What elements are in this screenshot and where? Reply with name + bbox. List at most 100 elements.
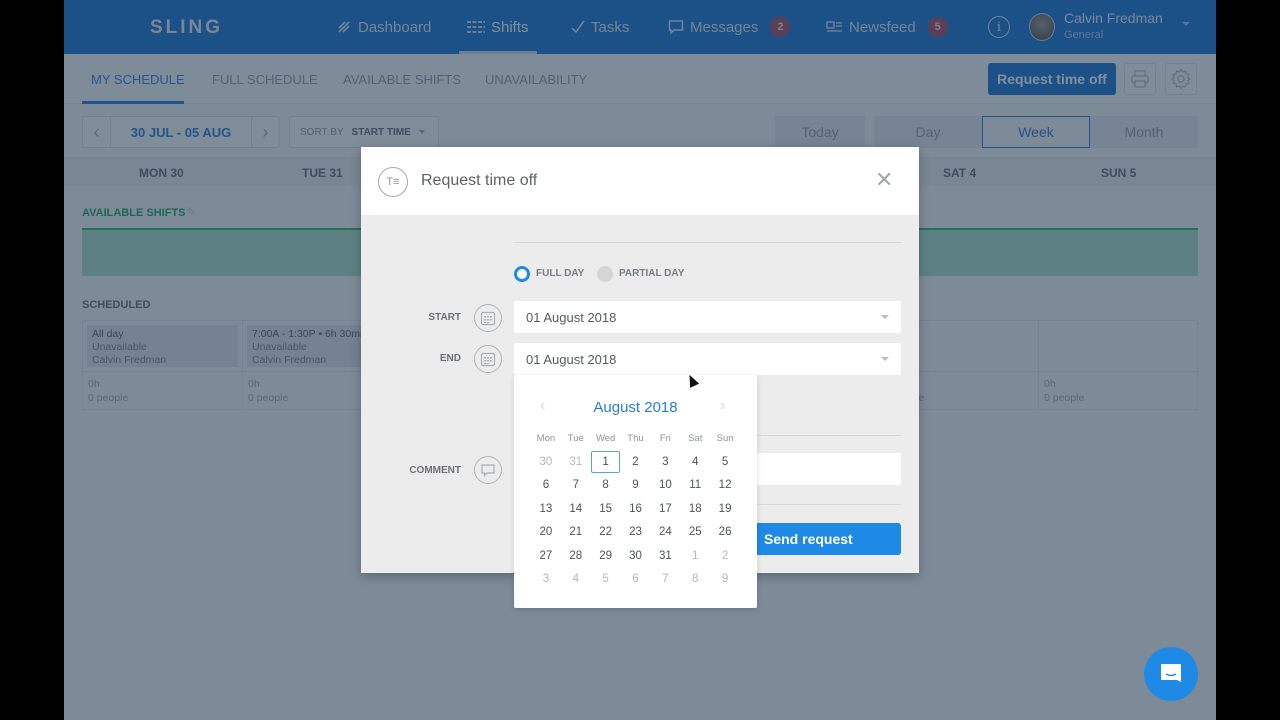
calendar-day-selected[interactable]: 1 (591, 451, 621, 474)
calendar-day[interactable]: 24 (650, 521, 680, 544)
partial-day-radio[interactable] (597, 266, 613, 282)
divider (514, 242, 901, 243)
end-date-input[interactable]: 01 August 2018 (514, 343, 901, 375)
calendar-day[interactable]: 8 (680, 568, 710, 591)
day-number: 20 (539, 526, 553, 539)
calendar-day[interactable]: 30 (621, 545, 651, 568)
day-number: 31 (569, 456, 583, 468)
day-number: 2 (632, 456, 639, 468)
day-number: 12 (718, 479, 732, 492)
calendar-day[interactable]: 29 (591, 545, 621, 568)
full-day-label[interactable]: FULL DAY (536, 268, 584, 279)
partial-day-label[interactable]: PARTIAL DAY (619, 268, 684, 279)
close-icon[interactable]: ✕ (875, 169, 893, 191)
comment-icon (474, 456, 502, 484)
calendar-day[interactable]: 4 (561, 568, 591, 591)
calendar-day[interactable]: 10 (650, 474, 680, 497)
day-number: 8 (602, 479, 609, 492)
send-request-button[interactable]: Send request (749, 523, 901, 555)
calendar-day[interactable]: 9 (621, 474, 651, 497)
day-number: 24 (658, 526, 672, 539)
comment-label: COMMENT (409, 465, 461, 476)
calendar-day[interactable]: 5 (710, 451, 740, 474)
calendar-day[interactable]: 23 (621, 521, 651, 544)
day-number: 13 (539, 502, 553, 515)
calendar-day[interactable]: 8 (591, 474, 621, 497)
weekday-header: Sat (688, 433, 703, 444)
calendar-day[interactable]: 28 (561, 545, 591, 568)
weekday-header: Tue (567, 433, 584, 444)
calendar-day[interactable]: 20 (531, 521, 561, 544)
day-number: 5 (721, 456, 729, 468)
day-number: 29 (599, 549, 613, 562)
calendar-day[interactable]: 2 (621, 451, 651, 474)
day-number: 3 (662, 456, 669, 468)
next-month-button[interactable]: › (720, 397, 725, 415)
calendar-icon (474, 345, 502, 373)
calendar-icon (474, 304, 502, 332)
calendar-day[interactable]: 5 (591, 568, 621, 591)
day-number: 11 (689, 479, 702, 492)
day-number: 10 (658, 479, 672, 492)
calendar-day[interactable]: 30 (531, 451, 561, 474)
weekday-header: Mon (536, 433, 556, 444)
day-number: 23 (629, 526, 642, 539)
support-chat-button[interactable] (1144, 647, 1198, 701)
calendar-day[interactable]: 17 (650, 498, 680, 521)
calendar-day[interactable]: 1 (680, 545, 710, 568)
day-number: 1 (591, 451, 621, 473)
calendar-day[interactable]: 31 (650, 545, 680, 568)
calendar-day[interactable]: 11 (680, 474, 710, 497)
day-number: 17 (658, 502, 672, 515)
calendar-day[interactable]: 7 (650, 568, 680, 591)
day-number: 18 (688, 502, 702, 515)
day-number: 30 (629, 549, 642, 562)
calendar-day[interactable]: 2 (710, 545, 740, 568)
calendar-day[interactable]: 6 (531, 474, 561, 497)
calendar-day[interactable]: 27 (531, 545, 561, 568)
calendar-day[interactable]: 19 (710, 498, 740, 521)
day-number: 2 (721, 549, 729, 562)
chat-icon (1161, 664, 1181, 682)
calendar-day[interactable]: 25 (680, 521, 710, 544)
calendar-day[interactable]: 16 (621, 498, 651, 521)
weekday-header: Fri (659, 433, 671, 444)
end-label: END (439, 353, 461, 364)
calendar-day[interactable]: 31 (561, 451, 591, 474)
calendar-day[interactable]: 3 (650, 451, 680, 474)
day-number: 30 (539, 456, 553, 468)
date-picker: ‹ August 2018 › Mon Tue Wed Thu Fri Sat Sun 30 3… (514, 375, 757, 608)
weekday-header: Sun (716, 433, 734, 444)
calendar-day[interactable]: 4 (680, 451, 710, 474)
weekday-header: Thu (627, 433, 644, 444)
day-number: 7 (572, 479, 579, 492)
day-number: 5 (602, 572, 609, 585)
calendar-day[interactable]: 18 (680, 498, 710, 521)
calendar-day[interactable]: 9 (710, 568, 740, 591)
calendar-day[interactable]: 26 (710, 521, 740, 544)
day-number: 19 (718, 502, 732, 515)
day-number: 8 (692, 572, 699, 585)
calendar-day[interactable]: 21 (561, 521, 591, 544)
day-number: 3 (542, 572, 550, 585)
calendar-day[interactable]: 22 (591, 521, 621, 544)
day-number: 7 (662, 572, 669, 585)
day-number: 6 (632, 572, 639, 585)
full-day-radio[interactable] (514, 266, 530, 282)
day-number: 4 (692, 456, 699, 468)
start-date-value: 01 August 2018 (526, 309, 617, 325)
calendar-day[interactable]: 12 (710, 474, 740, 497)
chevron-down-icon (881, 357, 889, 361)
day-number: 28 (569, 549, 583, 562)
day-number: 16 (629, 502, 642, 515)
calendar-day[interactable]: 3 (531, 568, 561, 591)
calendar-day[interactable]: 6 (621, 568, 651, 591)
calendar-day[interactable]: 14 (561, 498, 591, 521)
calendar-day[interactable]: 7 (561, 474, 591, 497)
modal-header: T≡ Request time off ✕ (361, 147, 919, 215)
calendar-day[interactable]: 13 (531, 498, 561, 521)
day-number: 22 (599, 526, 613, 539)
chevron-down-icon (881, 315, 889, 319)
start-date-input[interactable]: 01 August 2018 (514, 301, 901, 333)
calendar-day[interactable]: 15 (591, 498, 621, 521)
